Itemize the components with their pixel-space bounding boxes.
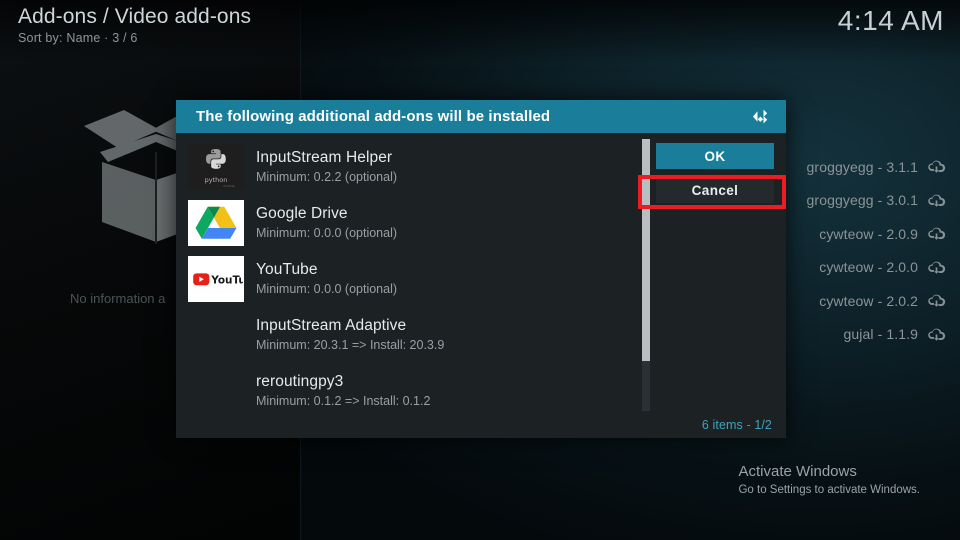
footer-separator: - bbox=[742, 418, 755, 432]
cloud-download-icon bbox=[927, 293, 946, 308]
addon-name: InputStream Adaptive bbox=[256, 317, 407, 334]
list-item-label: cywteow - 2.0.2 bbox=[819, 292, 918, 309]
dialog-buttons: OK Cancel bbox=[656, 143, 774, 211]
addon-name: Google Drive bbox=[256, 205, 348, 222]
list-item-text: InputStream Helper Minimum: 0.2.2 (optio… bbox=[256, 148, 397, 186]
addon-list[interactable]: python module InputStream Helper Minimum… bbox=[184, 139, 636, 409]
addon-thumb-placeholder bbox=[188, 368, 244, 409]
addon-version: Minimum: 20.3.1 => Install: 20.3.9 bbox=[256, 338, 445, 352]
addon-version: Minimum: 0.0.0 (optional) bbox=[256, 226, 398, 240]
addon-install-dialog: The following additional add-ons will be… bbox=[176, 100, 786, 438]
addon-version: Minimum: 0.1.2 => Install: 0.1.2 bbox=[256, 394, 431, 408]
list-item[interactable]: YouTube YouTube Minimum: 0.0.0 (optional… bbox=[184, 251, 636, 307]
list-item-label: cywteow - 2.0.9 bbox=[819, 225, 918, 242]
addon-name: YouTube bbox=[256, 261, 318, 278]
svg-text:module: module bbox=[223, 184, 234, 188]
dialog-title: The following additional add-ons will be… bbox=[196, 108, 551, 125]
scrollbar-thumb[interactable] bbox=[642, 139, 650, 361]
list-item-text: reroutingpy3 Minimum: 0.1.2 => Install: … bbox=[256, 372, 430, 409]
cloud-download-icon bbox=[927, 159, 946, 174]
addon-thumb-placeholder bbox=[188, 312, 244, 358]
page-header: Add-ons / Video add-ons Sort by: Name · … bbox=[18, 4, 251, 45]
google-drive-logo-icon bbox=[188, 200, 244, 246]
svg-text:YouTube: YouTube bbox=[210, 274, 243, 286]
page-subtitle: Sort by: Name · 3 / 6 bbox=[18, 31, 138, 45]
watermark-title: Activate Windows bbox=[738, 463, 857, 480]
addon-name: InputStream Helper bbox=[256, 149, 393, 166]
cloud-download-icon bbox=[927, 226, 946, 241]
list-item[interactable]: python module InputStream Helper Minimum… bbox=[184, 139, 636, 195]
list-item-label: gujal - 1.1.9 bbox=[843, 326, 918, 343]
kodi-screen: Add-ons / Video add-ons Sort by: Name · … bbox=[0, 0, 960, 540]
cloud-download-icon bbox=[927, 193, 946, 208]
list-item-label: cywteow - 2.0.0 bbox=[819, 259, 918, 276]
list-item[interactable]: InputStream Adaptive Minimum: 20.3.1 => … bbox=[184, 307, 636, 363]
list-item[interactable]: reroutingpy3 Minimum: 0.1.2 => Install: … bbox=[184, 363, 636, 409]
page-indicator: 1/2 bbox=[754, 418, 772, 432]
addon-version: Minimum: 0.2.2 (optional) bbox=[256, 170, 398, 184]
cloud-download-icon bbox=[927, 327, 946, 342]
page-title: Add-ons / Video add-ons bbox=[18, 5, 252, 28]
dialog-footer: 6 items - 1/2 bbox=[702, 418, 772, 432]
list-item[interactable]: Google Drive Minimum: 0.0.0 (optional) bbox=[184, 195, 636, 251]
addon-version: Minimum: 0.0.0 (optional) bbox=[256, 282, 398, 296]
kodi-logo-icon bbox=[750, 106, 772, 127]
list-item-text: InputStream Adaptive Minimum: 20.3.1 => … bbox=[256, 316, 444, 354]
addon-name: reroutingpy3 bbox=[256, 373, 344, 390]
youtube-logo-icon: YouTube bbox=[188, 256, 244, 302]
cloud-download-icon bbox=[927, 260, 946, 275]
windows-activation-watermark: Activate Windows Go to Settings to activ… bbox=[738, 462, 920, 498]
list-item-label: groggyegg - 3.1.1 bbox=[806, 158, 918, 175]
watermark-subtitle: Go to Settings to activate Windows. bbox=[738, 484, 920, 496]
dialog-titlebar: The following additional add-ons will be… bbox=[176, 100, 786, 133]
list-item-text: YouTube Minimum: 0.0.0 (optional) bbox=[256, 260, 397, 298]
python-logo-icon: python module bbox=[188, 144, 244, 190]
list-item-text: Google Drive Minimum: 0.0.0 (optional) bbox=[256, 204, 397, 242]
item-count: 6 items bbox=[701, 418, 743, 432]
svg-text:python: python bbox=[205, 176, 228, 184]
cancel-button[interactable]: Cancel bbox=[656, 177, 774, 203]
list-item-label: groggyegg - 3.0.1 bbox=[806, 192, 918, 209]
no-information-label: No information a bbox=[70, 291, 166, 306]
ok-button[interactable]: OK bbox=[656, 143, 774, 169]
dialog-body: python module InputStream Helper Minimum… bbox=[176, 133, 786, 438]
clock: 4:14 AM bbox=[837, 5, 944, 36]
